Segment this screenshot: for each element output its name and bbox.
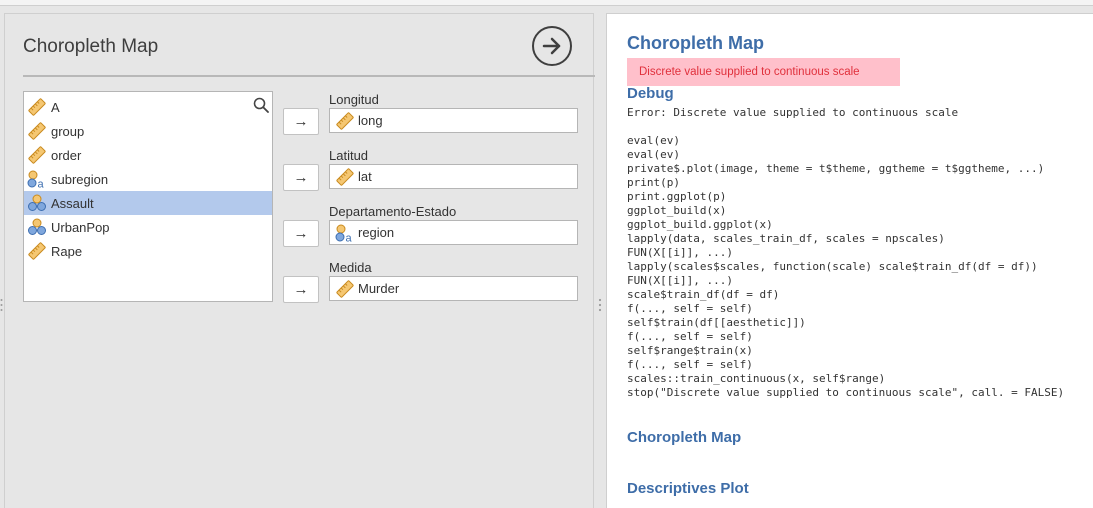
ruler-icon [335,167,355,187]
move-to-departamento-button[interactable]: → [283,220,319,247]
latitud-value: lat [358,169,372,184]
departamento-value: region [358,225,395,240]
variable-item-subregion[interactable]: subregion [24,167,272,191]
longitud-field[interactable]: long [329,108,578,133]
nominal-icon [27,193,47,213]
departamento-label: Departamento-Estado [329,204,457,219]
run-analysis-button[interactable] [532,26,572,66]
medida-value: Murder [358,281,400,296]
latitud-label: Latitud [329,148,369,163]
descriptives-section-heading[interactable]: Descriptives Plot [627,480,749,497]
options-panel: Choropleth Map A group order subregion A… [4,13,595,508]
ruler-icon [27,121,47,141]
variable-label: Assault [51,195,94,211]
nominal-icon [27,217,47,237]
variable-item-rape[interactable]: Rape [24,239,272,263]
panel-splitter-handle[interactable] [598,297,602,313]
variable-item-assault[interactable]: Assault [24,191,272,215]
variable-item-order[interactable]: order [24,143,272,167]
variable-item-urbanpop[interactable]: UrbanPop [24,215,272,239]
medida-field[interactable]: Murder [329,276,578,301]
ruler-icon [27,241,47,261]
results-title: Choropleth Map [627,33,764,53]
variable-label: subregion [51,171,109,187]
move-to-medida-button[interactable]: → [283,276,319,303]
ruler-icon [335,279,355,299]
ruler-icon [27,145,47,165]
debug-heading: Debug [627,85,674,102]
variable-label: Rape [51,243,83,259]
error-message: Discrete value supplied to continuous sc… [639,66,860,78]
move-to-longitud-button[interactable]: → [283,108,319,135]
nominal-text-icon [335,223,355,243]
longitud-label: Longitud [329,92,379,107]
arrow-right-circle-icon [542,37,561,55]
error-banner: Discrete value supplied to continuous sc… [627,58,900,86]
variable-label: group [51,123,85,139]
title-divider [23,75,595,77]
variable-list[interactable]: A group order subregion Assault UrbanPop… [23,91,273,302]
move-to-latitud-button[interactable]: → [283,164,319,191]
longitud-value: long [358,113,383,128]
results-panel: Choropleth Map Discrete value supplied t… [606,13,1093,508]
choropleth-section-heading[interactable]: Choropleth Map [627,429,741,446]
debug-trace: Error: Discrete value supplied to contin… [627,106,1065,399]
ruler-icon [335,111,355,131]
departamento-field[interactable]: region [329,220,578,245]
left-resize-handle[interactable] [0,297,3,313]
variable-item-group[interactable]: group [24,119,272,143]
variable-label: order [51,147,82,163]
panel-title: Choropleth Map [23,36,159,57]
variable-item-a[interactable]: A [24,95,272,119]
ruler-icon [27,97,47,117]
latitud-field[interactable]: lat [329,164,578,189]
variable-label: UrbanPop [51,219,110,235]
nominal-text-icon [27,169,47,189]
top-toolbar-strip [0,0,1093,6]
medida-label: Medida [329,260,372,275]
variable-label: A [51,99,60,115]
